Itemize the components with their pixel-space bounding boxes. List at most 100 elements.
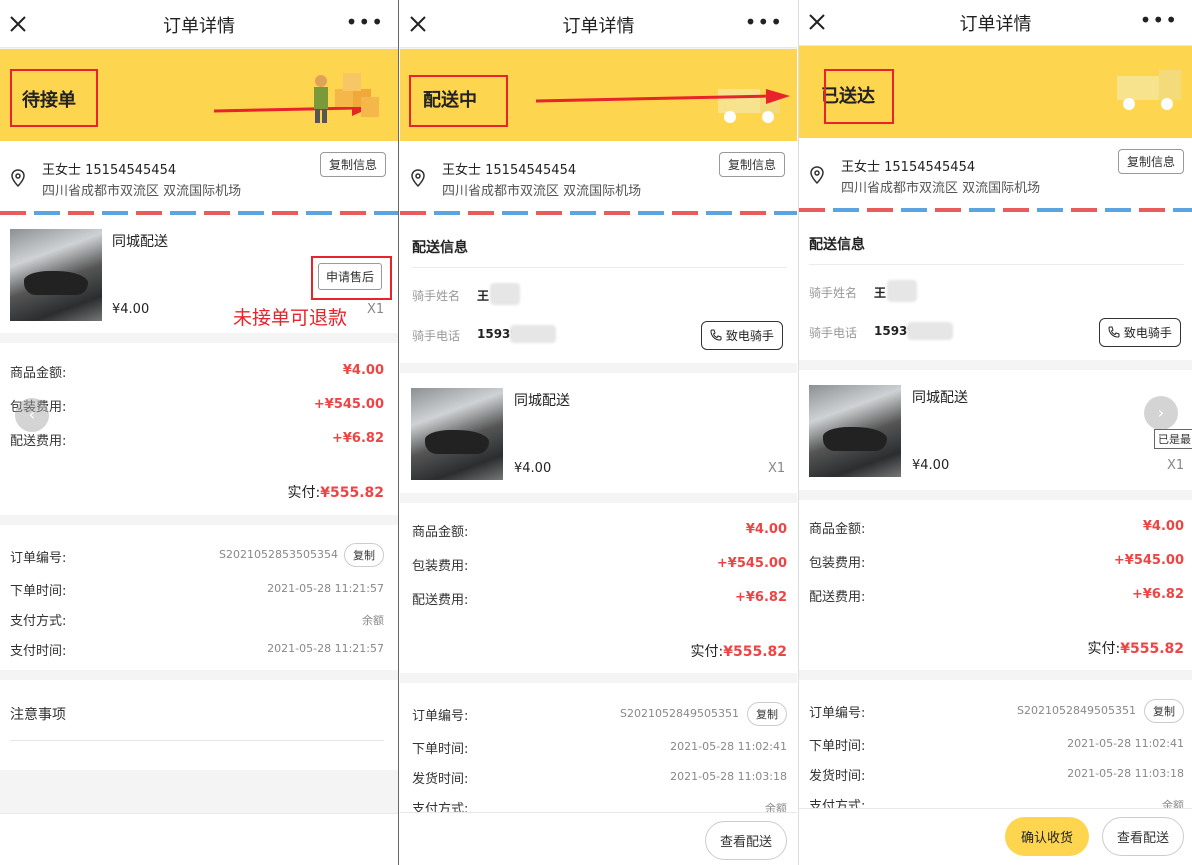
product-card: 同城配送 ¥4.00 X1 xyxy=(400,373,797,493)
next-slide-button[interactable]: › xyxy=(1144,396,1178,430)
total-paid: 实付:¥555.82 xyxy=(288,482,384,502)
page-title: 订单详情 xyxy=(959,14,1032,35)
view-delivery-button[interactable]: 查看配送 xyxy=(704,821,787,860)
view-delivery-button[interactable]: 查看配送 xyxy=(1101,817,1184,856)
delivery-info-card: 配送信息 骑手姓名 王 骑手电话 15939 致电骑手 xyxy=(799,212,1192,360)
order-time-label: 下单时间: xyxy=(10,584,67,599)
bottom-action-bar: 确认收货 查看配送 xyxy=(799,808,1192,865)
copy-info-button[interactable]: 复制信息 xyxy=(319,152,386,177)
arrow-icon xyxy=(535,89,790,104)
product-name: 同城配送 xyxy=(112,234,168,250)
amount-card: 商品金额: ¥4.00 包装费用: +¥545.00 配送费用: +¥6.82 … xyxy=(0,343,398,515)
ship-time-label: 发货时间: xyxy=(412,772,469,787)
product-image xyxy=(809,385,901,477)
phone-icon xyxy=(710,329,722,341)
order-detail-delivered: 订单详情 ••• 已送达 王女士 15154545454 四川省成都市双流区 双… xyxy=(798,0,1192,865)
order-no: S2021052849505351 xyxy=(620,707,739,720)
goods-amount: ¥4.00 xyxy=(1142,519,1184,534)
refund-annotation: 未接单可退款 xyxy=(233,307,348,329)
delivery-info-card: 配送信息 骑手姓名 王 骑手电话 15939 致电骑手 xyxy=(400,215,797,363)
order-no: S2021052849505351 xyxy=(1017,704,1136,717)
rider-name: 王 xyxy=(477,289,490,303)
location-pin-icon xyxy=(411,169,425,187)
shipping-fee: +¥6.82 xyxy=(1131,587,1184,602)
total-paid-value: ¥555.82 xyxy=(723,644,787,660)
rider-name: 王 xyxy=(874,286,887,300)
product-price: ¥4.00 xyxy=(112,302,150,317)
address-card: 王女士 15154545454 四川省成都市双流区 双流国际机场 复制信息 xyxy=(799,138,1192,208)
product-card: 同城配送 ¥4.00 X1 xyxy=(799,370,1192,490)
order-time: 2021-05-28 11:21:57 xyxy=(267,582,384,595)
goods-amount-label: 商品金额: xyxy=(412,525,469,540)
shipping-fee: +¥6.82 xyxy=(734,590,787,605)
redacted-blur xyxy=(490,283,520,305)
redacted-blur xyxy=(510,325,556,343)
product-price: ¥4.00 xyxy=(514,461,552,476)
product-image xyxy=(10,229,102,321)
address-card: 王女士 15154545454 四川省成都市双流区 双流国际机场 复制信息 xyxy=(400,141,797,211)
total-paid: 实付:¥555.82 xyxy=(1088,638,1184,658)
total-paid-label: 实付: xyxy=(690,644,724,660)
pay-time-label: 支付时间: xyxy=(10,644,67,659)
order-info-card: 订单编号: S2021052853505354 复制 下单时间: 2021-05… xyxy=(0,525,398,670)
highlight-box xyxy=(409,75,508,127)
goods-amount-label: 商品金额: xyxy=(10,366,67,381)
phone-icon xyxy=(1108,326,1120,338)
order-no-label: 订单编号: xyxy=(809,706,866,721)
rider-phone-label: 骑手电话 xyxy=(412,329,461,343)
prev-slide-button[interactable]: ‹ xyxy=(15,398,49,432)
total-paid-value: ¥555.82 xyxy=(320,485,384,501)
page-title: 订单详情 xyxy=(163,16,235,37)
copy-info-button[interactable]: 复制信息 xyxy=(1117,149,1184,174)
rider-name-label: 骑手姓名 xyxy=(412,289,461,303)
order-no: S2021052853505354 xyxy=(219,548,338,561)
divider xyxy=(809,264,1184,265)
copy-order-button[interactable]: 复制 xyxy=(344,543,384,567)
goods-amount-label: 商品金额: xyxy=(809,522,866,537)
packing-fee-label: 包装费用: xyxy=(809,556,866,571)
goods-amount: ¥4.00 xyxy=(745,522,787,537)
more-icon[interactable]: ••• xyxy=(1140,10,1178,30)
ship-time: 2021-05-28 11:03:18 xyxy=(1067,767,1184,780)
more-icon[interactable]: ••• xyxy=(745,12,783,32)
ship-time: 2021-05-28 11:03:18 xyxy=(670,770,787,783)
order-time: 2021-05-28 11:02:41 xyxy=(670,740,787,753)
notes-card: 注意事项 xyxy=(0,680,398,770)
call-rider-label: 致电骑手 xyxy=(725,329,774,343)
call-rider-button[interactable]: 致电骑手 xyxy=(701,321,783,350)
status-banner: 配送中 xyxy=(400,49,797,141)
shipping-fee-label: 配送费用: xyxy=(809,590,866,605)
title-bar: 订单详情 ••• xyxy=(0,0,398,48)
goods-amount: ¥4.00 xyxy=(342,363,384,378)
copy-order-button[interactable]: 复制 xyxy=(1144,699,1184,723)
rider-name-label: 骑手姓名 xyxy=(809,286,858,300)
order-no-label: 订单编号: xyxy=(10,551,67,566)
copy-info-button[interactable]: 复制信息 xyxy=(718,152,785,177)
recipient-address: 四川省成都市双流区 双流国际机场 xyxy=(442,184,642,199)
packing-fee-label: 包装费用: xyxy=(412,559,469,574)
order-time-label: 下单时间: xyxy=(809,739,866,754)
notes-divider xyxy=(10,740,384,741)
total-paid: 实付:¥555.82 xyxy=(691,641,787,661)
highlight-box xyxy=(311,256,392,300)
shipping-fee: +¥6.82 xyxy=(331,431,384,446)
status-banner: 已送达 xyxy=(799,46,1192,138)
page-title: 订单详情 xyxy=(562,16,635,37)
call-rider-button[interactable]: 致电骑手 xyxy=(1099,318,1181,347)
confirm-receipt-button[interactable]: 确认收货 xyxy=(1005,817,1090,856)
recipient-name: 王女士 15154545454 xyxy=(42,163,177,178)
title-bar: 订单详情 ••• xyxy=(799,0,1192,46)
shipping-fee-label: 配送费用: xyxy=(412,593,469,608)
truck-illustration xyxy=(1117,70,1181,110)
more-icon[interactable]: ••• xyxy=(346,12,384,32)
packing-fee: +¥545.00 xyxy=(1113,553,1184,568)
total-paid-label: 实付: xyxy=(287,485,321,501)
product-qty: X1 xyxy=(768,461,786,476)
copy-order-button[interactable]: 复制 xyxy=(747,702,787,726)
product-qty: X1 xyxy=(367,302,385,317)
redacted-blur xyxy=(907,322,953,340)
status-banner: 待接单 xyxy=(0,49,398,141)
bottom-action-bar: 查看配送 xyxy=(400,812,797,865)
location-pin-icon xyxy=(810,166,824,184)
amount-card: 商品金额: ¥4.00 包装费用: +¥545.00 配送费用: +¥6.82 … xyxy=(400,503,797,673)
